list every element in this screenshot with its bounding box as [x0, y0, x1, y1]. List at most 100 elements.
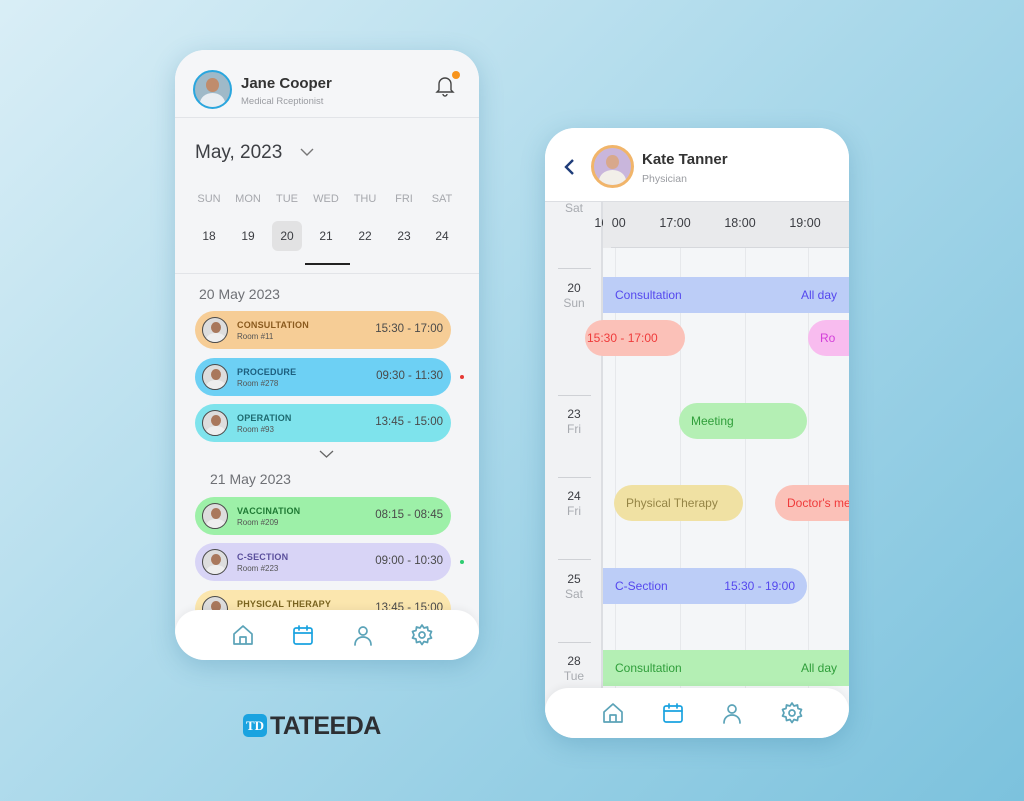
weekday-label: THU [353, 193, 377, 205]
back-arrow-icon[interactable] [563, 158, 575, 176]
event-label: Ro [820, 331, 836, 345]
date-cell[interactable]: 20 [267, 229, 307, 243]
weekday-label: TUE [276, 193, 298, 205]
appointment-time: 15:30 - 17:00 [375, 323, 443, 335]
appointment-card[interactable]: CONSULTATION Room #11 15:30 - 17:00 [195, 311, 451, 349]
hour-label: 18:00 [724, 216, 756, 230]
hour-label: 17:00 [659, 216, 691, 230]
calendar-icon[interactable] [661, 701, 685, 725]
calendar-event[interactable]: Consultation All day [603, 650, 849, 686]
calendar-event[interactable]: 15:30 - 17:00 [585, 320, 685, 356]
header-clip [603, 202, 611, 248]
appointment-card[interactable]: PROCEDURE Room #278 09:30 - 11:30 [195, 358, 451, 396]
appointment-room: Room #209 [237, 518, 279, 527]
event-label: Meeting [691, 414, 734, 428]
day-label: 24 Fri [545, 489, 603, 519]
event-label: Doctor's me [787, 496, 849, 510]
event-time: 15:30 - 17:00 [587, 331, 658, 345]
weekday-label: SAT [431, 193, 453, 205]
bell-icon[interactable] [435, 75, 455, 97]
avatar[interactable] [193, 70, 232, 109]
appointment-card[interactable]: C-SECTION Room #223 09:00 - 10:30 [195, 543, 451, 581]
calendar-event[interactable]: Doctor's me [775, 485, 849, 521]
day-of-week: Sat [564, 201, 583, 215]
date-cell[interactable]: 21 [306, 229, 346, 243]
user-icon[interactable] [351, 623, 375, 647]
appointment-avatar [202, 410, 228, 436]
calendar-event[interactable]: Ro [808, 320, 849, 356]
date-cell[interactable]: 18 [189, 229, 229, 243]
chevron-down-icon[interactable] [300, 148, 314, 157]
appointment-room: Room #11 [237, 332, 274, 341]
day-separator [558, 477, 591, 478]
date-heading: 21 May 2023 [210, 471, 291, 487]
day-number: 23 [567, 407, 581, 421]
home-icon[interactable] [231, 623, 255, 647]
hour-label: 19:00 [789, 216, 821, 230]
calendar-event[interactable]: C-Section 15:30 - 19:00 [603, 568, 807, 604]
appointment-room: Room #278 [237, 379, 279, 388]
date-cell[interactable]: 23 [384, 229, 424, 243]
day-label: 25 Sat [545, 572, 603, 602]
home-icon[interactable] [601, 701, 625, 725]
appointment-card[interactable]: VACCINATION Room #209 08:15 - 08:45 [195, 497, 451, 535]
appointment-title: C-SECTION [237, 552, 289, 562]
calendar-icon[interactable] [291, 623, 315, 647]
settings-icon[interactable] [410, 623, 434, 647]
logo-text: TATEEDA [270, 712, 381, 740]
day-number: 25 [567, 572, 581, 586]
calendar-event[interactable]: Meeting [679, 403, 807, 439]
event-label: Consultation [615, 288, 682, 302]
bottom-nav [545, 688, 849, 738]
user-role: Physician [642, 173, 687, 185]
schedule-phone: 16:0017:0018:0019:00 19Sat20Sun23Fri24Fr… [545, 128, 849, 738]
day-label: 20 Sun [545, 281, 603, 311]
settings-icon[interactable] [780, 701, 804, 725]
appointment-avatar [202, 364, 228, 390]
appointment-time: 08:15 - 08:45 [375, 509, 443, 521]
date-cell[interactable]: 24 [422, 229, 462, 243]
day-of-week: Sat [564, 587, 583, 601]
notification-badge [452, 71, 460, 79]
weekday-label: MON [235, 193, 261, 205]
expand-chevron-icon[interactable] [319, 450, 334, 459]
status-dot [460, 560, 464, 564]
date-cell[interactable]: 22 [345, 229, 385, 243]
appointment-time: 09:00 - 10:30 [375, 555, 443, 567]
bottom-nav [175, 610, 479, 660]
calendar-event[interactable]: Physical Therapy [614, 485, 743, 521]
day-separator [558, 268, 591, 269]
avatar[interactable] [591, 145, 634, 188]
profile-header: Kate Tanner Physician [545, 128, 849, 202]
event-time: All day [800, 288, 837, 302]
event-label: Consultation [615, 661, 682, 675]
appointment-title: PROCEDURE [237, 367, 297, 377]
divider [175, 273, 479, 274]
day-separator [558, 559, 591, 560]
status-dot [460, 375, 464, 379]
day-label: 23 Fri [545, 407, 603, 437]
calendar-event[interactable]: Consultation All day [603, 277, 849, 313]
day-number: 24 [567, 489, 581, 503]
appointment-room: Room #223 [237, 564, 279, 573]
weekday-label: FRI [395, 193, 413, 205]
event-label: Physical Therapy [626, 496, 718, 510]
user-name: Jane Cooper [241, 75, 332, 92]
appointment-time: 13:45 - 15:00 [375, 416, 443, 428]
date-heading: 20 May 2023 [199, 286, 280, 302]
user-role: Medical Rceptionist [241, 96, 324, 107]
month-selector[interactable]: May, 2023 [195, 142, 282, 164]
appointment-title: VACCINATION [237, 506, 301, 516]
appointments-phone: Jane Cooper Medical Rceptionist May, 202… [175, 50, 479, 660]
appointment-time: 09:30 - 11:30 [376, 370, 443, 382]
day-number: 20 [567, 281, 581, 295]
appointment-title: OPERATION [237, 413, 292, 423]
user-name: Kate Tanner [642, 151, 728, 168]
user-icon[interactable] [720, 701, 744, 725]
appointment-title: CONSULTATION [237, 320, 309, 330]
appointment-avatar [202, 549, 228, 575]
appointment-card[interactable]: OPERATION Room #93 13:45 - 15:00 [195, 404, 451, 442]
event-time: 15:30 - 19:00 [724, 579, 795, 593]
date-cell[interactable]: 19 [228, 229, 268, 243]
weekday-label: SUN [197, 193, 221, 205]
